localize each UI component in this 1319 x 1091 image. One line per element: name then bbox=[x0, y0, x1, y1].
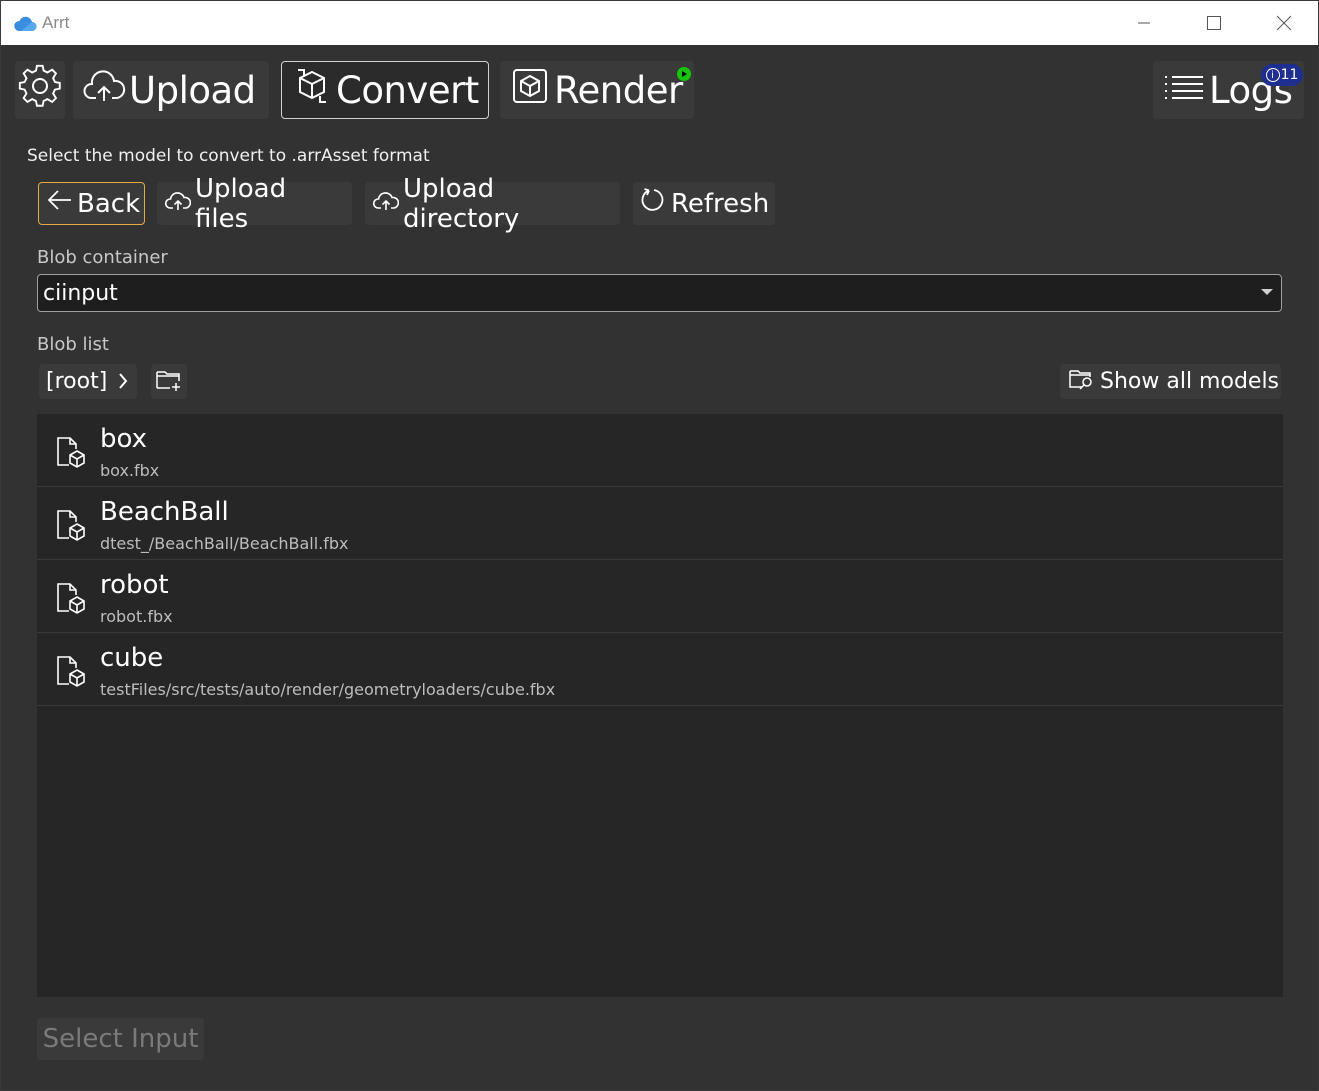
render-tab[interactable]: Render bbox=[500, 61, 694, 119]
upload-directory-label: Upload directory bbox=[403, 173, 520, 234]
convert-tab-label: Convert bbox=[336, 68, 479, 112]
model-file-icon bbox=[55, 435, 87, 473]
folder-search-icon bbox=[1068, 367, 1096, 397]
cloud-upload-icon bbox=[83, 68, 127, 113]
blob-list-label: Blob list bbox=[37, 334, 109, 355]
cloud-upload-icon bbox=[164, 189, 192, 219]
blob-list: box box.fbx BeachBall dtest_/BeachBall/B… bbox=[37, 414, 1283, 997]
blob-container-value: ciinput bbox=[43, 280, 118, 306]
list-item-robot[interactable]: robot robot.fbx bbox=[37, 560, 1283, 633]
maximize-button[interactable] bbox=[1179, 1, 1249, 45]
list-item-box[interactable]: box box.fbx bbox=[37, 414, 1283, 487]
list-icon bbox=[1163, 69, 1205, 112]
convert-cube-icon bbox=[294, 66, 330, 115]
convert-tab[interactable]: Convert bbox=[281, 61, 489, 119]
model-file-icon bbox=[55, 654, 87, 692]
show-all-models-label: Show all models bbox=[1100, 369, 1280, 394]
arrow-left-icon bbox=[47, 188, 73, 219]
info-icon: i bbox=[1265, 68, 1280, 82]
upload-tab-label: Upload bbox=[129, 68, 256, 112]
page-subtitle: Select the model to convert to .arrAsset… bbox=[27, 146, 430, 166]
settings-button[interactable] bbox=[15, 61, 65, 119]
logs-count-badge: i 11 bbox=[1261, 64, 1303, 86]
folder-add-icon bbox=[155, 368, 183, 396]
item-path: robot.fbx bbox=[100, 607, 173, 626]
render-status-play-icon bbox=[677, 67, 691, 81]
item-path: box.fbx bbox=[100, 461, 160, 480]
upload-files-label: Upload files bbox=[195, 173, 287, 234]
upload-directory-button[interactable]: Upload directory bbox=[365, 174, 620, 234]
item-name: robot bbox=[100, 570, 169, 600]
refresh-label: Refresh bbox=[671, 188, 770, 219]
minimize-button[interactable] bbox=[1109, 1, 1179, 45]
refresh-icon bbox=[641, 187, 667, 220]
item-name: cube bbox=[100, 643, 164, 673]
breadcrumb-label: [root] bbox=[46, 369, 108, 394]
refresh-button[interactable]: Refresh bbox=[633, 182, 775, 225]
select-input-button[interactable]: Select Input bbox=[37, 1018, 204, 1060]
new-folder-button[interactable] bbox=[151, 364, 187, 399]
model-file-icon bbox=[55, 581, 87, 619]
title-bar: Arrt bbox=[1, 1, 1318, 45]
upload-files-button[interactable]: Upload files bbox=[157, 174, 352, 234]
blob-container-label: Blob container bbox=[37, 247, 168, 268]
upload-tab[interactable]: Upload bbox=[73, 61, 269, 119]
item-path: testFiles/src/tests/auto/render/geometry… bbox=[100, 680, 556, 699]
render-tab-label: Render bbox=[554, 68, 683, 112]
cloud-app-icon bbox=[13, 13, 37, 33]
close-button[interactable] bbox=[1249, 1, 1319, 45]
back-label: Back bbox=[77, 188, 141, 219]
show-all-models-button[interactable]: Show all models bbox=[1060, 364, 1281, 399]
list-item-beachball[interactable]: BeachBall dtest_/BeachBall/BeachBall.fbx bbox=[37, 487, 1283, 560]
gear-icon bbox=[17, 63, 63, 118]
item-name: box bbox=[100, 424, 147, 454]
chevron-down-icon bbox=[1261, 289, 1273, 295]
item-path: dtest_/BeachBall/BeachBall.fbx bbox=[100, 534, 349, 553]
chevron-right-icon bbox=[117, 371, 129, 397]
item-name: BeachBall bbox=[100, 497, 229, 527]
logs-count: 11 bbox=[1280, 67, 1299, 83]
cloud-upload-icon bbox=[372, 189, 400, 219]
render-cube-icon bbox=[512, 67, 548, 114]
list-item-cube[interactable]: cube testFiles/src/tests/auto/render/geo… bbox=[37, 633, 1283, 706]
back-button[interactable]: Back bbox=[38, 182, 145, 225]
breadcrumb-root[interactable]: [root] bbox=[39, 364, 137, 399]
window-title: Arrt bbox=[42, 13, 70, 32]
blob-container-select[interactable]: ciinput bbox=[37, 274, 1282, 312]
model-file-icon bbox=[55, 508, 87, 546]
